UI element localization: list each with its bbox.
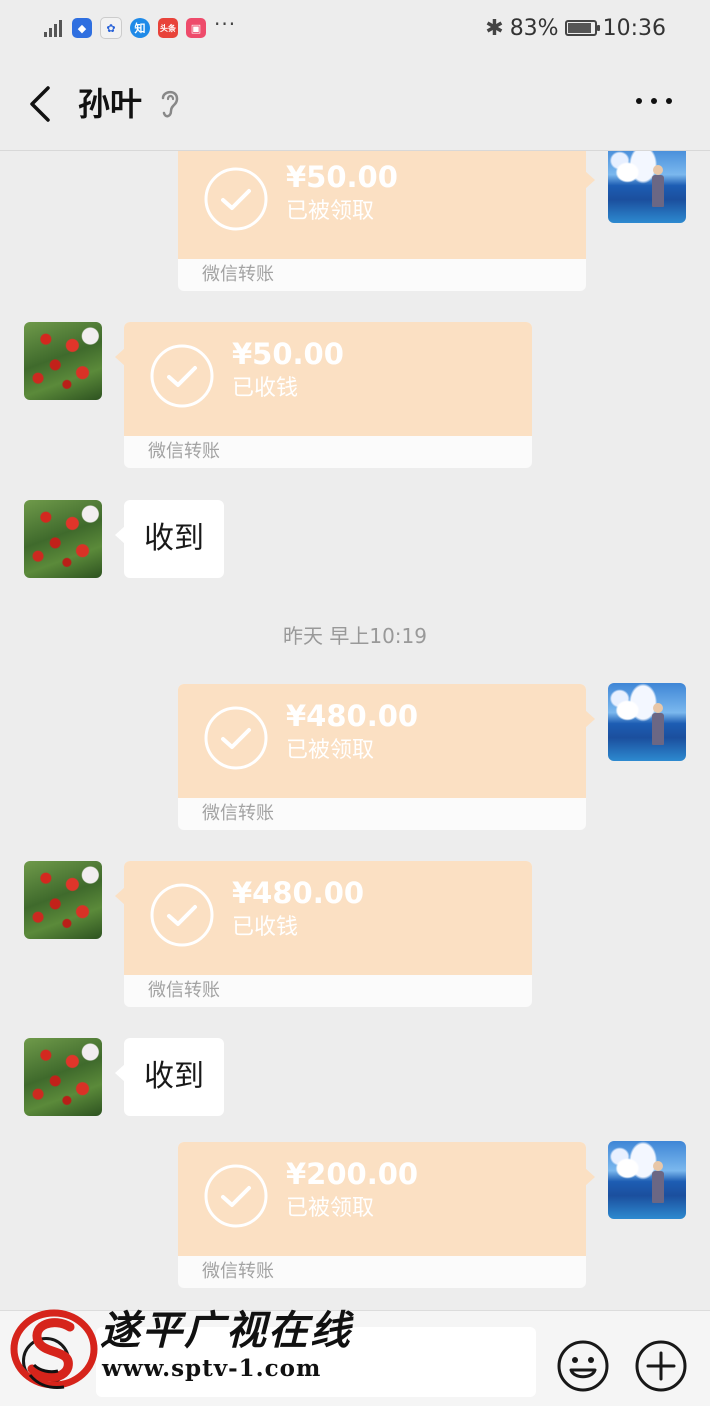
transfer-message-sent[interactable]: ¥200.00 已被领取 微信转账 xyxy=(178,1142,595,1288)
transfer-status: 已收钱 xyxy=(232,915,299,940)
text-message[interactable]: 收到 xyxy=(115,1038,224,1116)
status-left: ◆ ✿ 知 头条 ▣ ··· xyxy=(44,12,237,42)
transfer-footer: 微信转账 xyxy=(148,441,220,462)
chat-history[interactable]: ¥50.00 已被领取 微信转账 ¥50.00 已收钱 微信转账 收到 昨天 早… xyxy=(0,151,710,1310)
chat-header: 孙叶 xyxy=(0,58,710,151)
transfer-amount: ¥200.00 xyxy=(286,1157,419,1191)
transfer-message-sent[interactable]: ¥50.00 已被领取 微信转账 xyxy=(178,151,595,291)
contact-name: 孙叶 xyxy=(78,85,143,123)
emoji-icon[interactable] xyxy=(556,1339,610,1393)
transfer-footer: 微信转账 xyxy=(202,803,274,824)
transfer-status: 已收钱 xyxy=(232,376,299,401)
avatar-contact[interactable] xyxy=(24,500,102,578)
check-circle-icon xyxy=(150,344,214,408)
transfer-message-received[interactable]: ¥480.00 已收钱 微信转账 xyxy=(115,861,532,1007)
watermark-logo-icon xyxy=(10,1309,98,1389)
baidu-app-icon: ✿ xyxy=(100,17,122,39)
toutiao-app-icon: 头条 xyxy=(158,18,178,38)
check-circle-icon xyxy=(150,883,214,947)
check-circle-icon xyxy=(204,706,268,770)
transfer-footer: 微信转账 xyxy=(202,264,274,285)
bluetooth-icon: ✱ xyxy=(485,15,504,41)
shield-app-icon: ◆ xyxy=(72,18,92,38)
transfer-footer: 微信转账 xyxy=(148,980,220,1001)
transfer-amount: ¥480.00 xyxy=(286,699,419,733)
avatar-contact[interactable] xyxy=(24,322,102,400)
transfer-status: 已被领取 xyxy=(286,738,375,763)
battery-icon xyxy=(564,20,600,36)
signal-icon xyxy=(44,19,62,37)
transfer-amount: ¥480.00 xyxy=(232,876,365,910)
avatar-contact[interactable] xyxy=(24,861,102,939)
transfer-amount: ¥50.00 xyxy=(286,160,398,194)
transfer-message-received[interactable]: ¥50.00 已收钱 微信转账 xyxy=(115,322,532,468)
plus-icon[interactable] xyxy=(634,1339,688,1393)
more-notifications-icon: ··· xyxy=(214,12,237,36)
transfer-footer: 微信转账 xyxy=(202,1261,274,1282)
avatar-self[interactable] xyxy=(608,151,686,223)
avatar-contact[interactable] xyxy=(24,1038,102,1116)
transfer-amount: ¥50.00 xyxy=(232,337,344,371)
clock: 10:36 xyxy=(602,15,666,41)
ear-icon xyxy=(161,90,179,118)
text-message[interactable]: 收到 xyxy=(115,500,224,578)
check-circle-icon xyxy=(204,167,268,231)
zhihu-app-icon: 知 xyxy=(130,18,150,38)
transfer-message-sent[interactable]: ¥480.00 已被领取 微信转账 xyxy=(178,684,595,830)
battery-percent: 83% xyxy=(509,15,559,41)
more-options-button[interactable] xyxy=(636,98,672,104)
transfer-status: 已被领取 xyxy=(286,199,375,224)
status-right: ✱ 83% 10:36 xyxy=(485,14,666,42)
status-bar: ◆ ✿ 知 头条 ▣ ··· ✱ 83% 10:36 xyxy=(0,0,710,58)
avatar-self[interactable] xyxy=(608,683,686,761)
watermark-title: 遂平广视在线 xyxy=(100,1307,352,1354)
back-icon[interactable] xyxy=(22,82,62,126)
transfer-status: 已被领取 xyxy=(286,1196,375,1221)
watermark-url: www.sptv-1.com xyxy=(102,1355,322,1382)
message-timestamp: 昨天 早上10:19 xyxy=(283,624,427,648)
avatar-self[interactable] xyxy=(608,1141,686,1219)
weibo-app-icon: ▣ xyxy=(186,18,206,38)
check-circle-icon xyxy=(204,1164,268,1228)
